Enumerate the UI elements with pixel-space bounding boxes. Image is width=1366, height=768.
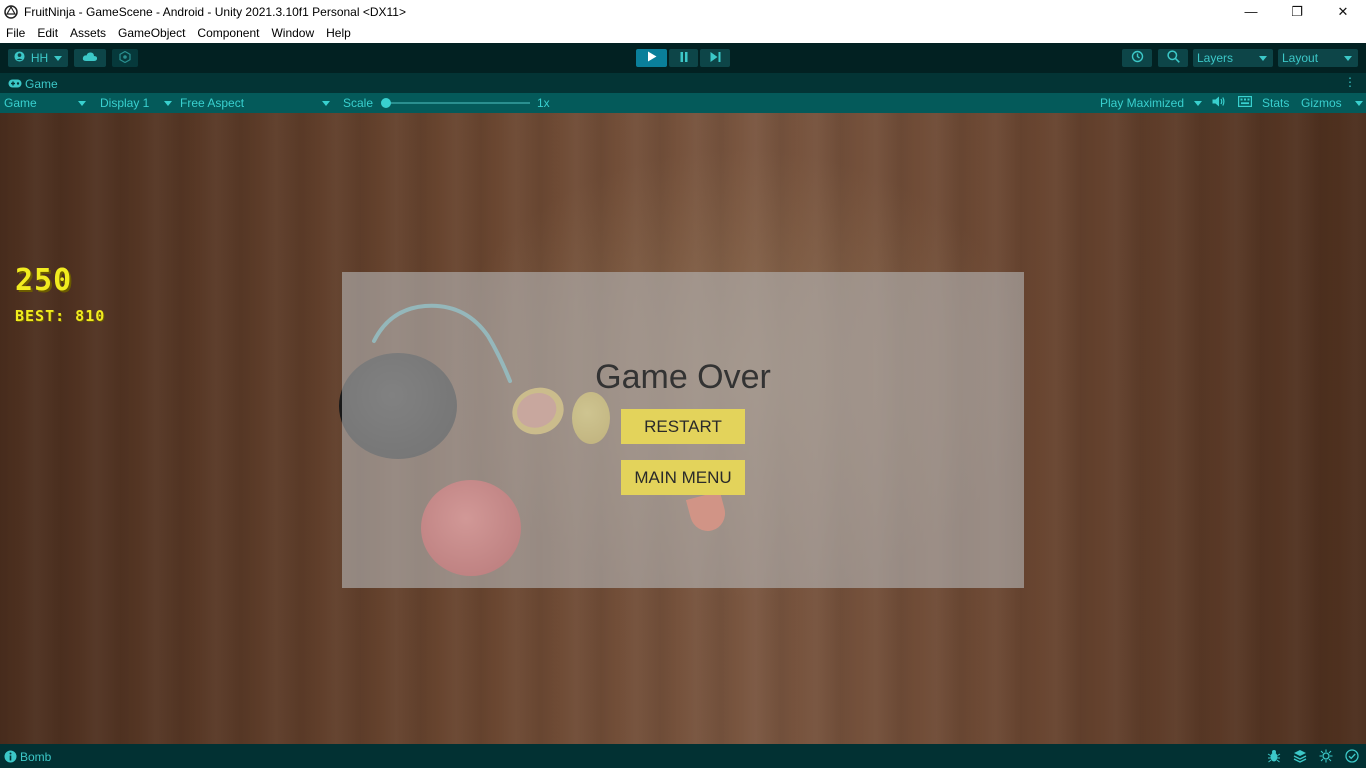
stack-icon[interactable]: [1292, 748, 1308, 764]
game-tab-row: Game ⋮: [0, 73, 1366, 93]
chevron-down-icon: [78, 100, 86, 106]
unity-logo-icon: [4, 4, 18, 19]
account-icon: [14, 51, 25, 65]
game-view-toolbar: Game Display 1 Free Aspect Scale 1x Play…: [0, 93, 1366, 113]
layout-dropdown[interactable]: Layout: [1278, 49, 1358, 67]
scale-value: 1x: [537, 96, 550, 110]
gizmos-label: Gizmos: [1301, 96, 1342, 110]
gizmos-dropdown[interactable]: Gizmos: [1301, 93, 1363, 113]
bug-icon[interactable]: [1266, 748, 1282, 764]
chevron-down-icon: [54, 55, 63, 61]
pause-button[interactable]: [669, 49, 698, 67]
display-dropdown[interactable]: Display 1: [100, 93, 174, 113]
menu-window[interactable]: Window: [265, 23, 320, 43]
account-dropdown[interactable]: HH: [8, 49, 68, 67]
scale-slider-track[interactable]: [384, 102, 530, 104]
more-options-icon[interactable]: ⋮: [1344, 75, 1356, 89]
chevron-down-icon: [322, 100, 330, 106]
gamepad-icon: [8, 77, 22, 91]
play-mode-label: Play Maximized: [1100, 96, 1185, 110]
minimize-button[interactable]: —: [1228, 0, 1274, 23]
history-icon: [1131, 50, 1144, 66]
collab-icon: [119, 50, 131, 66]
shortcuts-button[interactable]: [1238, 93, 1253, 113]
check-circle-icon[interactable]: [1344, 748, 1360, 764]
speaker-icon: [1212, 96, 1225, 110]
chevron-down-icon: [1355, 100, 1363, 106]
menu-edit[interactable]: Edit: [31, 23, 64, 43]
game-view[interactable]: 250 BEST: 810 Game Over RESTART MAIN MEN…: [0, 113, 1366, 744]
maximize-button[interactable]: ❐: [1274, 0, 1320, 23]
tab-game-label: Game: [25, 76, 58, 91]
collab-button[interactable]: [112, 49, 138, 67]
play-button[interactable]: [636, 49, 667, 67]
cloud-button[interactable]: [74, 49, 106, 67]
chevron-down-icon: [1344, 55, 1352, 61]
keyboard-icon: [1238, 96, 1253, 110]
layout-label: Layout: [1282, 51, 1319, 65]
close-button[interactable]: ✕: [1320, 0, 1366, 23]
display-label: Display 1: [100, 96, 150, 110]
layers-label: Layers: [1197, 51, 1234, 65]
play-mode-dropdown[interactable]: Play Maximized: [1100, 93, 1202, 113]
view-type-label: Game: [4, 96, 37, 110]
menu-bar: File Edit Assets GameObject Component Wi…: [0, 23, 1366, 43]
chevron-down-icon: [1194, 100, 1202, 106]
window-titlebar: FruitNinja - GameScene - Android - Unity…: [0, 0, 1366, 23]
window-title: FruitNinja - GameScene - Android - Unity…: [24, 4, 406, 19]
main-toolbar: HH Layers Layout: [0, 43, 1366, 73]
aspect-dropdown[interactable]: Free Aspect: [180, 93, 332, 113]
search-icon: [1166, 50, 1180, 66]
stats-button[interactable]: Stats: [1262, 93, 1289, 113]
layers-dropdown[interactable]: Layers: [1193, 49, 1273, 67]
aspect-label: Free Aspect: [180, 96, 245, 110]
tab-game[interactable]: Game: [4, 74, 58, 93]
mute-audio-button[interactable]: [1212, 93, 1225, 113]
pause-icon: [680, 51, 688, 65]
menu-gameobject[interactable]: GameObject: [112, 23, 191, 43]
status-message[interactable]: Bomb: [20, 750, 51, 764]
step-button[interactable]: [700, 49, 730, 67]
restart-button[interactable]: RESTART: [621, 409, 745, 444]
cloud-icon: [82, 51, 98, 65]
main-menu-button[interactable]: MAIN MENU: [621, 460, 745, 495]
auto-generate-lighting-icon[interactable]: [1318, 748, 1334, 764]
search-button[interactable]: [1158, 49, 1188, 67]
step-icon: [710, 51, 721, 65]
status-bar: Bomb: [0, 744, 1366, 768]
score-display: 250: [15, 263, 73, 298]
play-icon: [647, 51, 657, 65]
chevron-down-icon: [164, 100, 172, 106]
view-type-dropdown[interactable]: Game: [4, 93, 90, 113]
undo-history-button[interactable]: [1122, 49, 1152, 67]
account-label: HH: [30, 51, 49, 65]
menu-help[interactable]: Help: [320, 23, 357, 43]
menu-file[interactable]: File: [0, 23, 31, 43]
info-icon: [2, 748, 18, 764]
menu-assets[interactable]: Assets: [64, 23, 112, 43]
chevron-down-icon: [1259, 55, 1267, 61]
menu-component[interactable]: Component: [191, 23, 265, 43]
best-score-display: BEST: 810: [15, 307, 106, 325]
scale-slider-thumb[interactable]: [381, 98, 391, 108]
scale-label: Scale: [343, 96, 374, 110]
